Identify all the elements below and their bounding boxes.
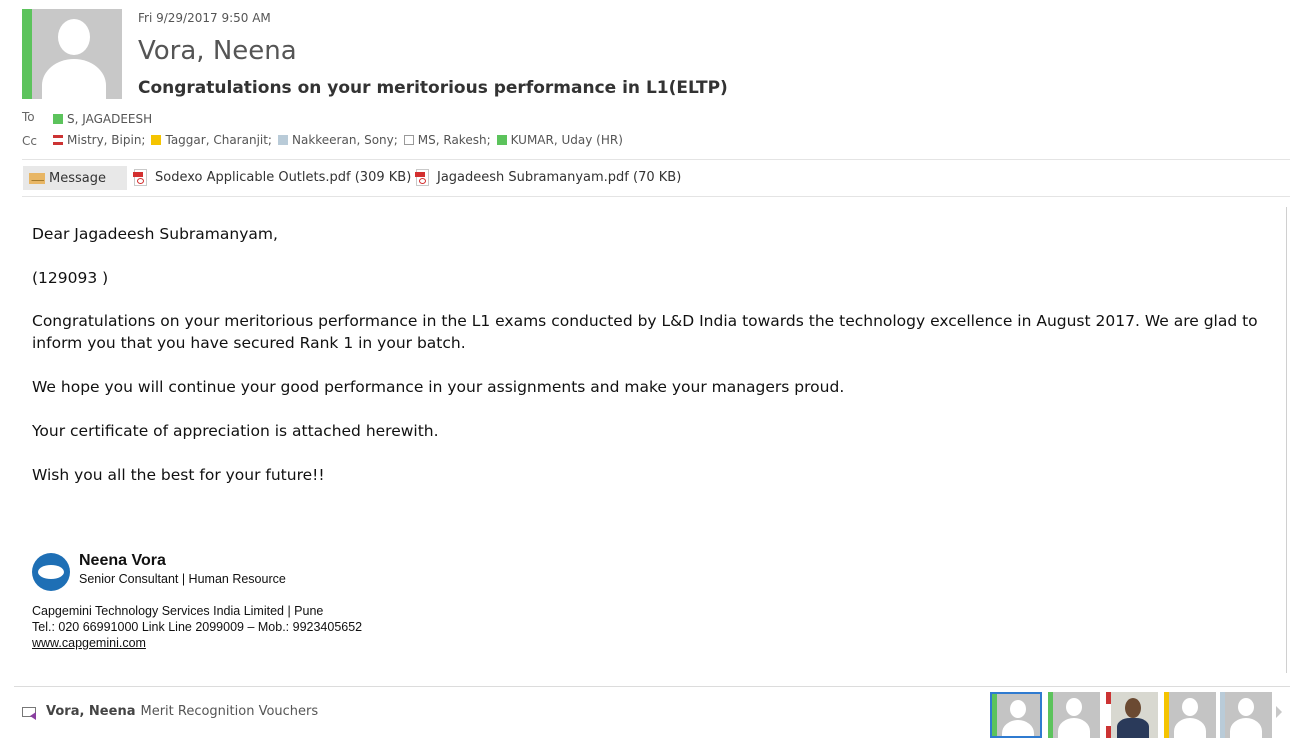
recipient-name: KUMAR, Uday (HR) <box>510 133 623 147</box>
people-pane-summary[interactable]: Vora, Neena Merit Recognition Vouchers <box>22 704 319 720</box>
signature-title: Senior Consultant | Human Resource <box>79 572 286 586</box>
employee-id: (129093 ) <box>32 269 109 287</box>
attachment-item[interactable]: Jagadeesh Subramanyam.pdf (70 KB) <box>415 169 682 186</box>
person-photo-body <box>1117 718 1149 738</box>
person-placeholder-icon <box>1220 692 1272 738</box>
attachment-item[interactable]: Sodexo Applicable Outlets.pdf (309 KB) <box>133 169 412 186</box>
away-status-icon <box>151 135 162 145</box>
person-placeholder-icon <box>1164 692 1216 738</box>
pdf-icon <box>133 169 147 186</box>
people-pane-sender: Vora, Neena <box>46 704 136 719</box>
scrollbar[interactable] <box>1286 207 1290 673</box>
signature-company: Capgemini Technology Services India Limi… <box>32 604 324 618</box>
person-placeholder-icon <box>992 694 1040 736</box>
recipient[interactable]: KUMAR, Uday (HR) <box>496 133 623 147</box>
recipient-name: Mistry, Bipin; <box>67 133 146 147</box>
to-label: To <box>22 110 35 124</box>
pdf-icon <box>415 169 429 186</box>
signature-website-link[interactable]: www.capgemini.com <box>32 636 146 650</box>
body-paragraph: We hope you will continue your good perf… <box>32 378 845 396</box>
unknown-status-icon <box>277 135 288 145</box>
recipient-name: Nakkeeran, Sony; <box>291 133 398 147</box>
sent-date: Fri 9/29/2017 9:50 AM <box>138 11 271 25</box>
body-paragraph: inform you that you have secured Rank 1 … <box>32 334 466 352</box>
contact-thumbnail[interactable] <box>1164 692 1216 738</box>
contact-photo-thumbnail[interactable] <box>1106 692 1158 738</box>
available-status-icon <box>496 135 507 145</box>
available-status-icon <box>53 114 63 124</box>
message-tab-label: Message <box>49 170 106 186</box>
signature-phone: Tel.: 020 66991000 Link Line 2099009 – M… <box>32 620 363 634</box>
signature-name: Neena Vora <box>79 552 166 569</box>
recipient[interactable]: Taggar, Charanjit; <box>151 133 272 147</box>
greeting: Dear Jagadeesh Subramanyam, <box>32 225 278 243</box>
contact-thumbnail[interactable] <box>1048 692 1100 738</box>
recipient-name: S, JAGADEESH <box>67 112 153 126</box>
cc-label: Cc <box>22 134 37 148</box>
busy-status-icon <box>53 135 63 145</box>
contact-thumbnail[interactable] <box>1220 692 1272 738</box>
people-pane-item: Merit Recognition Vouchers <box>140 704 319 719</box>
contact-thumbnail[interactable] <box>990 692 1042 738</box>
recipient-name: Taggar, Charanjit; <box>165 133 272 147</box>
body-paragraph: Wish you all the best for your future!! <box>32 466 325 484</box>
sender-name[interactable]: Vora, Neena <box>138 36 297 66</box>
cc-recipients: Mistry, Bipin; Taggar, Charanjit; Nakkee… <box>53 133 629 147</box>
envelope-icon <box>29 172 45 184</box>
divider <box>14 686 1290 687</box>
recipient[interactable]: S, JAGADEESH <box>53 112 152 126</box>
attachment-name: Sodexo Applicable Outlets.pdf (309 KB) <box>155 170 412 185</box>
sender-avatar[interactable] <box>22 9 122 99</box>
body-paragraph: Congratulations on your meritorious perf… <box>32 312 1258 330</box>
body-paragraph: Your certificate of appreciation is atta… <box>32 422 439 440</box>
recipient[interactable]: MS, Rakesh; <box>403 133 491 147</box>
message-tab[interactable]: Message <box>23 166 127 190</box>
offline-status-icon <box>403 135 414 145</box>
recipient[interactable]: Mistry, Bipin; <box>53 133 145 147</box>
recipient-name: MS, Rakesh; <box>417 133 491 147</box>
to-recipients: S, JAGADEESH <box>53 109 158 128</box>
divider <box>22 159 1290 160</box>
person-placeholder-icon <box>1048 692 1100 738</box>
person-placeholder-icon <box>22 9 122 99</box>
reply-icon <box>22 705 40 720</box>
capgemini-logo <box>32 553 70 591</box>
recipient[interactable]: Nakkeeran, Sony; <box>277 133 398 147</box>
divider <box>22 196 1290 197</box>
attachment-name: Jagadeesh Subramanyam.pdf (70 KB) <box>437 170 682 185</box>
email-subject: Congratulations on your meritorious perf… <box>138 78 728 98</box>
chevron-right-icon[interactable] <box>1276 706 1282 718</box>
person-photo-face <box>1125 698 1141 718</box>
